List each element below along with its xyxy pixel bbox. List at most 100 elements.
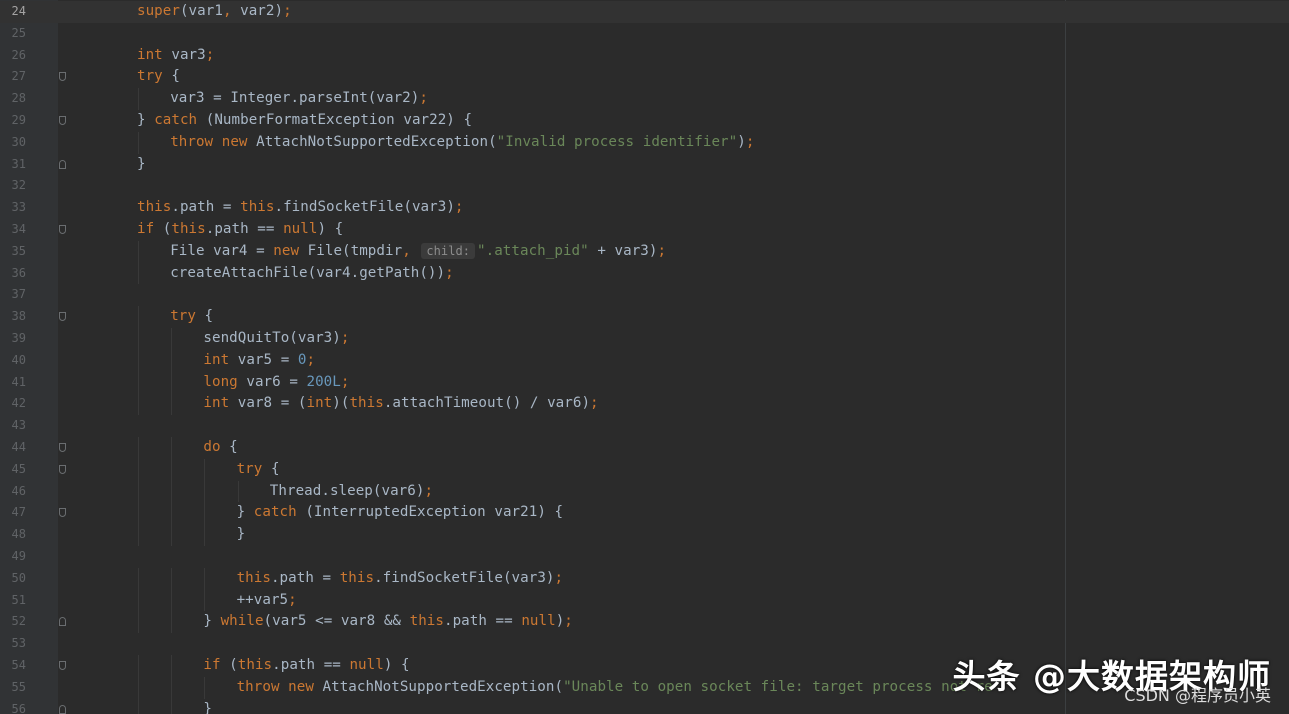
code-text[interactable]: int var5 = 0;	[203, 350, 315, 372]
fold-marker-icon[interactable]	[59, 464, 66, 474]
line-number[interactable]: 36	[0, 263, 26, 285]
fold-marker-icon[interactable]	[59, 115, 66, 125]
code-line[interactable]: 24 super(var1, var2);	[0, 1, 1289, 23]
code-line[interactable]: 35 File var4 = new File(tmpdir, child: ".a…	[0, 240, 1289, 263]
code-line[interactable]: 48}	[0, 524, 1289, 546]
code-line[interactable]: 45 try {	[0, 458, 1289, 481]
line-number[interactable]: 52	[0, 611, 26, 633]
line-number[interactable]: 51	[0, 590, 26, 612]
code-text[interactable]: do {	[203, 437, 237, 459]
line-number[interactable]: 49	[0, 546, 26, 568]
line-number[interactable]: 38	[0, 306, 26, 328]
fold-marker-icon[interactable]	[59, 660, 66, 670]
code-line[interactable]: 50 this.path = this.findSocketFile(var3);	[0, 567, 1289, 590]
code-text[interactable]: int var3;	[137, 45, 214, 67]
code-text[interactable]: } catch (NumberFormatException var22) {	[137, 110, 472, 132]
code-line[interactable]: 40 int var5 = 0;	[0, 349, 1289, 372]
code-line[interactable]: 30 throw new AttachNotSupportedException(…	[0, 131, 1289, 154]
fold-marker-icon[interactable]	[59, 224, 66, 234]
code-text[interactable]: var3 = Integer.parseInt(var2);	[170, 88, 428, 110]
line-number[interactable]: 24	[0, 1, 26, 23]
line-number[interactable]: 28	[0, 88, 26, 110]
code-line[interactable]: 36 createAttachFile(var4.getPath());	[0, 262, 1289, 285]
code-editor[interactable]: 24 super(var1, var2); 25 26 int var3; 27 try {…	[0, 0, 1289, 714]
code-text[interactable]: File var4 = new File(tmpdir, child: ".att…	[170, 241, 666, 263]
code-line[interactable]: 52 } while(var5 <= var8 && this.path == n…	[0, 611, 1289, 634]
code-text[interactable]: }	[203, 699, 212, 714]
code-text[interactable]: }	[137, 154, 146, 176]
line-number[interactable]: 40	[0, 350, 26, 372]
line-number[interactable]: 27	[0, 66, 26, 88]
code-line[interactable]: 44 do {	[0, 436, 1289, 459]
code-line[interactable]: 46 Thread.sleep(var6);	[0, 480, 1289, 503]
code-line[interactable]: 31}	[0, 154, 1289, 176]
code-text[interactable]: Thread.sleep(var6);	[270, 481, 433, 503]
code-line[interactable]: 38 try {	[0, 306, 1289, 328]
line-number[interactable]: 25	[0, 23, 26, 45]
code-line[interactable]: 27 try {	[0, 66, 1289, 88]
code-text[interactable]: if (this.path == null) {	[203, 655, 409, 677]
code-line[interactable]: 42 int var8 = (int)(this.attachTimeout() …	[0, 393, 1289, 416]
code-line[interactable]: 49	[0, 546, 1289, 568]
code-text[interactable]: sendQuitTo(var3);	[203, 328, 349, 350]
code-text[interactable]: ++var5;	[237, 590, 297, 612]
code-text[interactable]: try {	[137, 66, 180, 88]
line-number[interactable]: 44	[0, 437, 26, 459]
line-number[interactable]: 32	[0, 175, 26, 197]
line-number[interactable]: 46	[0, 481, 26, 503]
line-number[interactable]: 56	[0, 699, 26, 714]
code-line[interactable]: 41 long var6 = 200L;	[0, 371, 1289, 394]
code-text[interactable]: int var8 = (int)(this.attachTimeout() / …	[203, 393, 598, 415]
line-number[interactable]: 41	[0, 372, 26, 394]
line-number[interactable]: 39	[0, 328, 26, 350]
line-number[interactable]: 47	[0, 502, 26, 524]
line-number[interactable]: 45	[0, 459, 26, 481]
code-text[interactable]: this.path = this.findSocketFile(var3);	[237, 568, 564, 590]
code-line[interactable]: 47 } catch (InterruptedException var21) {	[0, 502, 1289, 525]
code-text[interactable]: createAttachFile(var4.getPath());	[170, 263, 454, 285]
code-line[interactable]: 29 } catch (NumberFormatException var22) …	[0, 110, 1289, 132]
line-number[interactable]: 37	[0, 284, 26, 306]
line-number[interactable]: 31	[0, 154, 26, 176]
code-line[interactable]: 37	[0, 284, 1289, 306]
code-text[interactable]: if (this.path == null) {	[137, 219, 343, 241]
line-number[interactable]: 53	[0, 633, 26, 655]
code-text[interactable]: long var6 = 200L;	[203, 372, 349, 394]
line-number[interactable]: 35	[0, 241, 26, 263]
line-number[interactable]: 55	[0, 677, 26, 699]
code-line[interactable]: 34 if (this.path == null) {	[0, 219, 1289, 241]
code-line[interactable]: 32	[0, 175, 1289, 197]
fold-marker-icon[interactable]	[59, 159, 66, 169]
fold-marker-icon[interactable]	[59, 72, 66, 82]
fold-marker-icon[interactable]	[59, 704, 66, 714]
line-number[interactable]: 26	[0, 45, 26, 67]
line-number[interactable]: 29	[0, 110, 26, 132]
code-line[interactable]: 51 ++var5;	[0, 589, 1289, 612]
line-number[interactable]: 43	[0, 415, 26, 437]
code-text[interactable]: throw new AttachNotSupportedException("U…	[237, 677, 993, 699]
code-line[interactable]: 28 var3 = Integer.parseInt(var2);	[0, 88, 1289, 110]
code-text[interactable]: } catch (InterruptedException var21) {	[237, 502, 564, 524]
code-line[interactable]: 39 sendQuitTo(var3);	[0, 327, 1289, 350]
code-line[interactable]: 43	[0, 415, 1289, 437]
fold-marker-icon[interactable]	[59, 442, 66, 452]
code-text[interactable]: }	[237, 524, 246, 546]
fold-marker-icon[interactable]	[59, 312, 66, 322]
line-number[interactable]: 34	[0, 219, 26, 241]
code-line[interactable]: 56}	[0, 698, 1289, 714]
code-line[interactable]: 33 this.path = this.findSocketFile(var3);	[0, 197, 1289, 219]
code-text[interactable]: try {	[170, 306, 213, 328]
fold-marker-icon[interactable]	[59, 508, 66, 518]
code-line[interactable]: 26 int var3;	[0, 45, 1289, 67]
line-number[interactable]: 54	[0, 655, 26, 677]
line-number[interactable]: 42	[0, 393, 26, 415]
line-number[interactable]: 48	[0, 524, 26, 546]
fold-marker-icon[interactable]	[59, 617, 66, 627]
code-line[interactable]: 25	[0, 23, 1289, 45]
code-text[interactable]: } while(var5 <= var8 && this.path == nul…	[203, 611, 572, 633]
code-text[interactable]: this.path = this.findSocketFile(var3);	[137, 197, 464, 219]
line-number[interactable]: 33	[0, 197, 26, 219]
code-text[interactable]: throw new AttachNotSupportedException("I…	[170, 132, 754, 154]
code-text[interactable]: super(var1, var2);	[137, 1, 292, 23]
line-number[interactable]: 50	[0, 568, 26, 590]
